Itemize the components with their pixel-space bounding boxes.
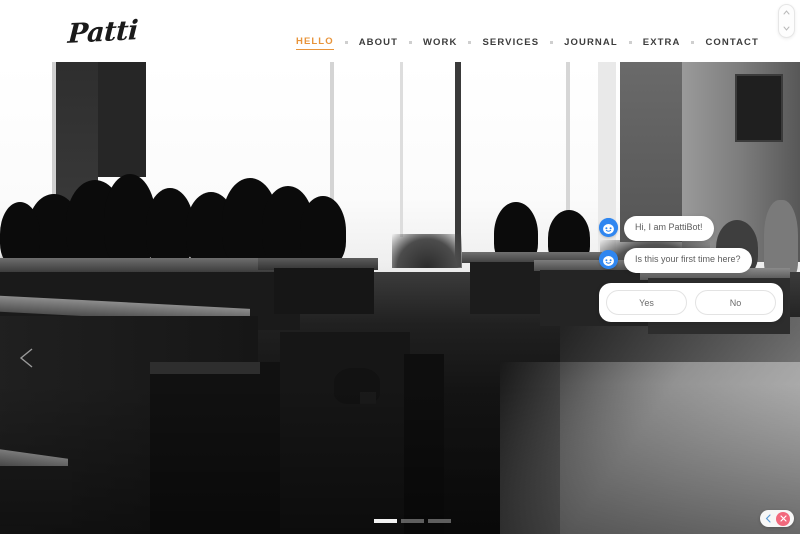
chat-reply-no-button[interactable]: No [695, 290, 776, 315]
nav-item-services[interactable]: SERVICES [482, 37, 539, 50]
chat-message-row: Is this your first time here? [599, 248, 752, 273]
chat-message-bubble: Is this your first time here? [624, 248, 752, 273]
hero-slide-indicators[interactable] [374, 519, 451, 523]
nav-item-journal[interactable]: JOURNAL [564, 37, 618, 50]
site-header: Patti HELLO ABOUT WORK SERVICES JOURNAL … [0, 0, 800, 62]
nav-separator-icon [628, 40, 632, 44]
slide-indicator[interactable] [401, 519, 424, 523]
site-logo[interactable]: Patti [67, 15, 139, 50]
nav-separator-icon [408, 40, 412, 44]
slide-indicator[interactable] [374, 519, 397, 523]
nav-item-work[interactable]: WORK [423, 37, 457, 50]
chat-message-row: Hi, I am PattiBot! [599, 216, 714, 242]
bot-avatar-icon [599, 218, 618, 238]
nav-separator-icon [550, 40, 554, 44]
nav-item-about[interactable]: ABOUT [359, 37, 398, 50]
nav-separator-icon [691, 40, 695, 44]
chat-message-bubble: Hi, I am PattiBot! [624, 216, 714, 242]
chevron-down-icon [783, 26, 790, 31]
nav-separator-icon [468, 40, 472, 44]
chat-reply-yes-button[interactable]: Yes [606, 290, 687, 315]
nav-item-hello[interactable]: HELLO [296, 36, 334, 50]
nav-item-contact[interactable]: CONTACT [705, 37, 758, 50]
bot-avatar-icon [599, 250, 618, 270]
chat-quick-replies: Yes No [599, 283, 783, 322]
scroll-down-button[interactable] [783, 26, 790, 33]
chat-corner-control[interactable] [760, 510, 794, 527]
chevron-left-icon [765, 514, 771, 523]
nav-item-extra[interactable]: EXTRA [643, 37, 681, 50]
scroll-up-button[interactable] [783, 9, 790, 17]
close-icon [779, 515, 787, 522]
chatbot-widget[interactable]: Hi, I am PattiBot! Is this your first ti… [599, 216, 783, 322]
chat-close-button[interactable] [776, 511, 790, 526]
chevron-up-icon [783, 9, 790, 14]
slide-indicator[interactable] [428, 519, 451, 523]
page-root: Hi, I am PattiBot! Is this your first ti… [0, 0, 800, 534]
hero-prev-arrow[interactable] [14, 344, 42, 372]
chat-back-button[interactable] [762, 514, 774, 523]
chevron-left-icon [19, 348, 33, 368]
page-scroll-control[interactable] [778, 4, 795, 38]
hero-slider[interactable]: Hi, I am PattiBot! Is this your first ti… [0, 62, 800, 534]
nav-separator-icon [344, 40, 348, 44]
main-navigation: HELLO ABOUT WORK SERVICES JOURNAL EXTRA … [296, 36, 759, 50]
